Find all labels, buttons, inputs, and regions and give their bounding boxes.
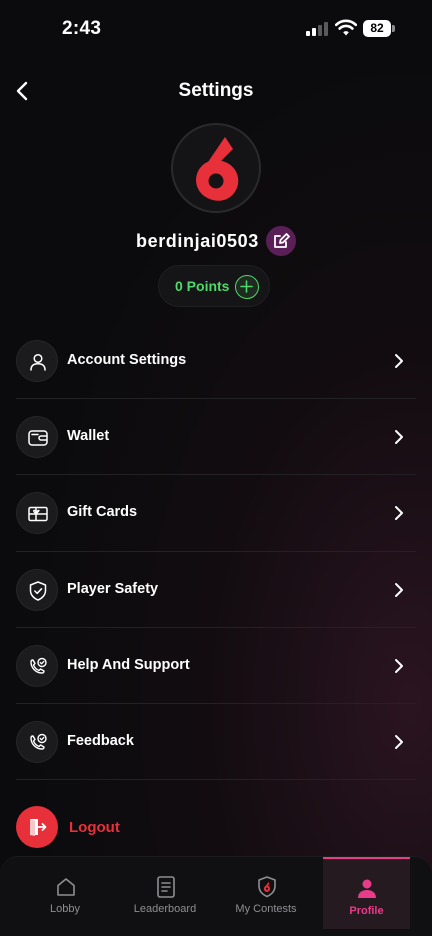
- user-icon: [16, 340, 58, 382]
- chevron-right-icon: [395, 430, 403, 445]
- menu-item-label: Wallet: [67, 428, 110, 445]
- chevron-right-icon: [395, 582, 403, 597]
- chevron-right-icon: [395, 658, 403, 673]
- logout-button[interactable]: Logout: [16, 806, 216, 848]
- shield-check-icon: [16, 568, 58, 611]
- tab-label: Profile: [349, 905, 384, 917]
- page-title: Settings: [178, 80, 254, 101]
- menu-item-label: Gift Cards: [67, 504, 138, 521]
- username: berdinjai0503: [136, 231, 259, 251]
- tab-label: Leaderboard: [133, 903, 197, 915]
- bottom-tab-bar: Lobby Leaderboard My Contests Profile: [0, 856, 432, 936]
- support-phone-icon: [16, 644, 58, 687]
- tab-lobby[interactable]: Lobby: [15, 857, 115, 929]
- chevron-right-icon: [395, 734, 403, 749]
- brand-logo-icon: [196, 137, 239, 201]
- tab-profile[interactable]: Profile: [323, 857, 410, 929]
- menu-item-label: Feedback: [67, 732, 134, 749]
- add-points-button[interactable]: [235, 275, 259, 299]
- tab-label: My Contests: [235, 903, 297, 915]
- menu-item-label: Help And Support: [67, 656, 190, 673]
- gift-card-icon: [16, 492, 58, 535]
- status-bar: 2:43 82: [0, 0, 432, 58]
- menu-item-player-safety[interactable]: Player Safety: [16, 552, 416, 628]
- cellular-signal-icon: [306, 22, 328, 36]
- logout-label: Logout: [69, 819, 120, 836]
- tab-label: Lobby: [50, 903, 80, 915]
- chevron-right-icon: [395, 354, 403, 368]
- menu-item-label: Account Settings: [67, 352, 187, 368]
- profile-icon: [358, 879, 376, 898]
- settings-menu: Account Settings Wallet Gift Cards Playe…: [16, 323, 416, 781]
- edit-profile-button[interactable]: [266, 226, 296, 256]
- wallet-icon: [16, 416, 58, 459]
- chevron-right-icon: [395, 506, 403, 521]
- edit-pencil-icon: [274, 233, 290, 248]
- settings-screen: 2:43 82 Settings berdinjai0503 0 Points …: [0, 0, 432, 936]
- logout-icon: [16, 806, 58, 848]
- plus-icon: [240, 280, 253, 293]
- leaderboard-icon: [157, 876, 175, 898]
- contests-shield-icon: [258, 876, 276, 898]
- tab-leaderboard[interactable]: Leaderboard: [115, 857, 215, 929]
- username-row: berdinjai0503: [0, 226, 432, 256]
- feedback-phone-icon: [16, 720, 58, 763]
- avatar[interactable]: [171, 123, 261, 213]
- menu-item-label: Player Safety: [67, 580, 159, 597]
- menu-item-wallet[interactable]: Wallet: [16, 399, 416, 476]
- menu-item-feedback[interactable]: Feedback: [16, 704, 416, 781]
- wifi-icon: [335, 19, 357, 36]
- tab-my-contests[interactable]: My Contests: [216, 857, 316, 929]
- home-icon: [57, 878, 75, 896]
- menu-item-account-settings[interactable]: Account Settings: [16, 323, 416, 400]
- status-time: 2:43: [62, 18, 102, 39]
- points-value: 0 Points: [175, 278, 230, 294]
- battery-level: 82: [363, 20, 391, 37]
- points-badge[interactable]: 0 Points: [158, 265, 270, 307]
- menu-item-gift-cards[interactable]: Gift Cards: [16, 475, 416, 552]
- menu-item-help-and-support[interactable]: Help And Support: [16, 628, 416, 704]
- battery-icon: 82: [363, 20, 395, 37]
